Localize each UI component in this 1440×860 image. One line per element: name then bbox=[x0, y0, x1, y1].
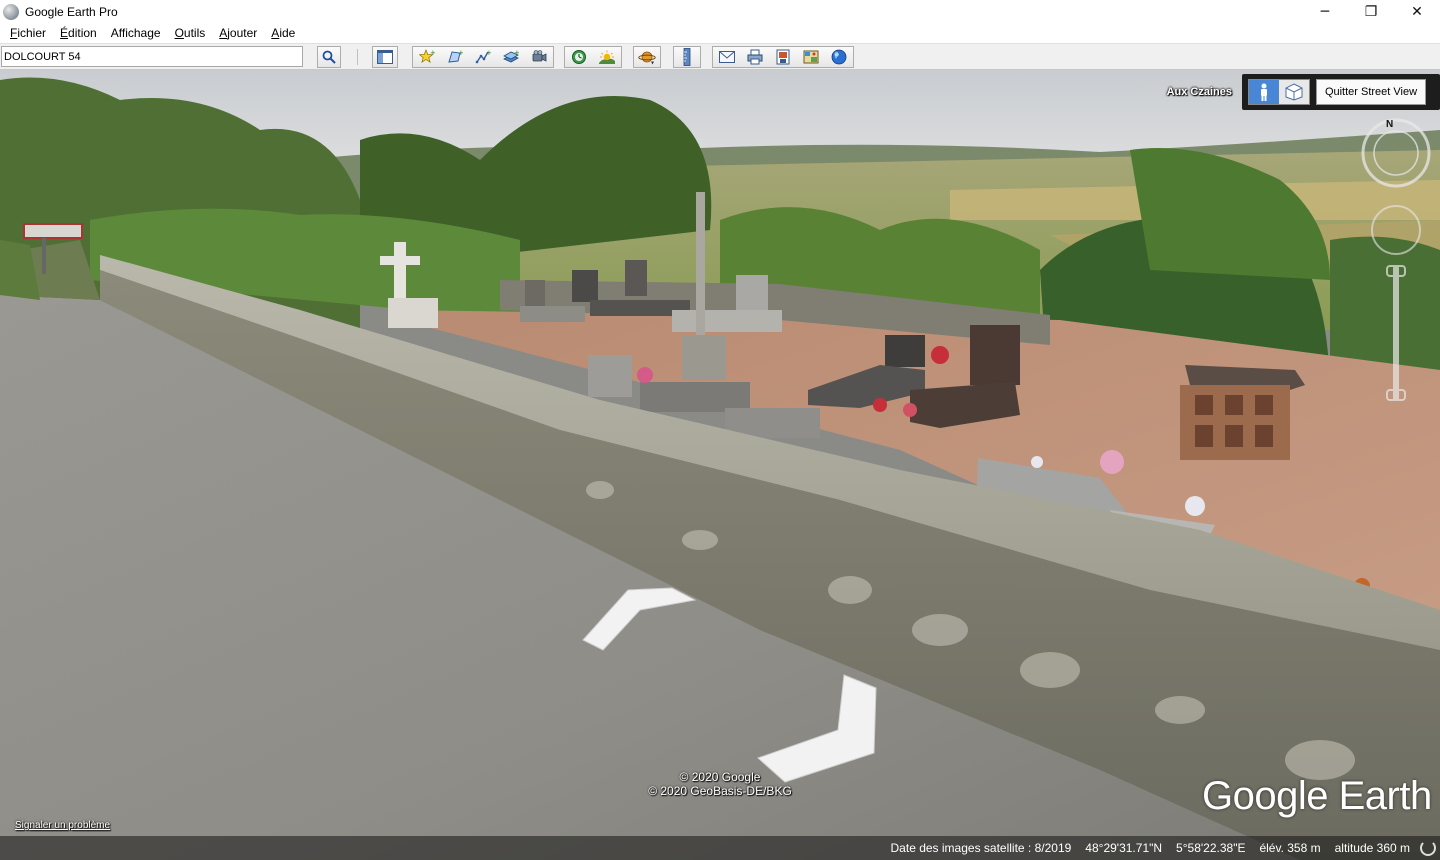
svg-text:+: + bbox=[430, 49, 435, 57]
cube-photo-icon bbox=[1285, 83, 1303, 101]
menu-edition[interactable]: Édition bbox=[53, 26, 104, 40]
add-path-button[interactable]: + bbox=[469, 47, 497, 67]
historical-imagery-button[interactable] bbox=[565, 47, 593, 67]
google-earth-app-icon bbox=[3, 3, 19, 20]
street-view-panorama bbox=[0, 70, 1440, 860]
latitude-readout: 48°29'31.71"N bbox=[1085, 841, 1163, 855]
sunlight-button[interactable] bbox=[593, 47, 621, 67]
save-image-icon bbox=[776, 49, 790, 65]
minimize-button[interactable]: ─ bbox=[1302, 0, 1348, 23]
polygon-icon: + bbox=[448, 49, 463, 63]
menu-aide[interactable]: Aide bbox=[264, 26, 302, 40]
view-mode-toggle bbox=[1248, 79, 1310, 105]
search-icon bbox=[322, 50, 336, 64]
add-polygon-button[interactable]: + bbox=[441, 47, 469, 67]
street-view-viewport[interactable]: Aux Czaines Quitter Street View N © 2020… bbox=[0, 70, 1440, 860]
toolbar-separator bbox=[357, 49, 358, 65]
menu-bar: Fichier Édition Affichage Outils Ajouter… bbox=[0, 23, 1440, 43]
sidebar-toggle-button[interactable] bbox=[372, 46, 398, 68]
menu-affichage[interactable]: Affichage bbox=[104, 26, 168, 40]
search-input[interactable] bbox=[1, 46, 303, 67]
view-in-maps-button[interactable] bbox=[797, 47, 825, 67]
menu-fichier[interactable]: Fichier bbox=[3, 26, 53, 40]
window-controls: ─ ❐ ✕ bbox=[1302, 0, 1440, 23]
add-image-overlay-button[interactable]: + bbox=[497, 47, 525, 67]
quit-street-view-button[interactable]: Quitter Street View bbox=[1316, 79, 1426, 105]
photo-view-button[interactable] bbox=[1279, 80, 1309, 104]
close-button[interactable]: ✕ bbox=[1394, 0, 1440, 23]
view-earth-button[interactable] bbox=[825, 47, 853, 67]
email-button[interactable] bbox=[713, 47, 741, 67]
sunlight-icon bbox=[599, 50, 615, 64]
view-tools-group bbox=[564, 46, 622, 68]
compass-ring[interactable] bbox=[1361, 118, 1431, 188]
placemark-icon: + bbox=[419, 49, 435, 64]
email-icon bbox=[719, 51, 735, 63]
save-image-button[interactable] bbox=[769, 47, 797, 67]
imagery-copyright: © 2020 Google © 2020 GeoBasis-DE/BKG bbox=[620, 770, 820, 798]
google-earth-logo: Google Earth bbox=[1202, 774, 1432, 818]
historical-imagery-icon bbox=[572, 50, 586, 64]
imagery-date: Date des images satellite : 8/2019 bbox=[890, 841, 1072, 855]
look-joystick[interactable] bbox=[1371, 205, 1421, 255]
earth-icon bbox=[831, 49, 847, 65]
planets-button[interactable]: ▾ bbox=[633, 46, 661, 68]
compass-north-label: N bbox=[1386, 119, 1393, 130]
person-icon bbox=[1261, 83, 1267, 101]
image-overlay-icon: + bbox=[503, 49, 519, 63]
share-tools-group bbox=[712, 46, 854, 68]
print-button[interactable] bbox=[741, 47, 769, 67]
record-tour-button[interactable] bbox=[525, 47, 553, 67]
copyright-google: © 2020 Google bbox=[679, 770, 761, 784]
navigation-controls: N bbox=[1361, 118, 1431, 401]
add-placemark-button[interactable]: + bbox=[413, 47, 441, 67]
altitude-readout: altitude 360 m bbox=[1334, 841, 1410, 855]
title-bar: Google Earth Pro ─ ❐ ✕ bbox=[0, 0, 1440, 23]
view-in-maps-icon bbox=[803, 50, 819, 64]
svg-text:+: + bbox=[486, 49, 491, 57]
ruler-button[interactable] bbox=[673, 46, 701, 68]
svg-text:+: + bbox=[514, 49, 519, 57]
record-tour-icon bbox=[532, 50, 547, 62]
sidebar-icon bbox=[377, 50, 393, 64]
status-bar: Date des images satellite : 8/2019 48°29… bbox=[0, 836, 1440, 860]
elevation-readout: élév. 358 m bbox=[1259, 841, 1321, 855]
longitude-readout: 5°58'22.38"E bbox=[1176, 841, 1246, 855]
menu-ajouter[interactable]: Ajouter bbox=[212, 26, 264, 40]
window-title: Google Earth Pro bbox=[25, 4, 118, 19]
report-problem-link[interactable]: Signaler un problème bbox=[15, 820, 110, 831]
path-icon: + bbox=[475, 49, 491, 64]
ground-level-view-button[interactable] bbox=[1249, 80, 1279, 104]
planets-icon: ▾ bbox=[638, 51, 656, 66]
search-button[interactable] bbox=[317, 46, 341, 68]
menu-outils[interactable]: Outils bbox=[168, 26, 213, 40]
maximize-button[interactable]: ❐ bbox=[1348, 0, 1394, 23]
place-label: Aux Czaines bbox=[1166, 86, 1232, 98]
print-icon bbox=[747, 49, 763, 65]
add-tools-group: + + + + bbox=[412, 46, 554, 68]
streaming-progress-icon bbox=[1420, 840, 1436, 856]
street-view-mode-panel: Quitter Street View bbox=[1242, 74, 1440, 110]
toolbar: + + + + ▾ bbox=[0, 43, 1440, 70]
svg-text:▾: ▾ bbox=[651, 60, 654, 66]
ruler-icon bbox=[683, 48, 691, 66]
zoom-slider[interactable] bbox=[1386, 265, 1406, 401]
copyright-geobasis: © 2020 GeoBasis-DE/BKG bbox=[648, 784, 792, 798]
svg-text:+: + bbox=[458, 49, 463, 57]
